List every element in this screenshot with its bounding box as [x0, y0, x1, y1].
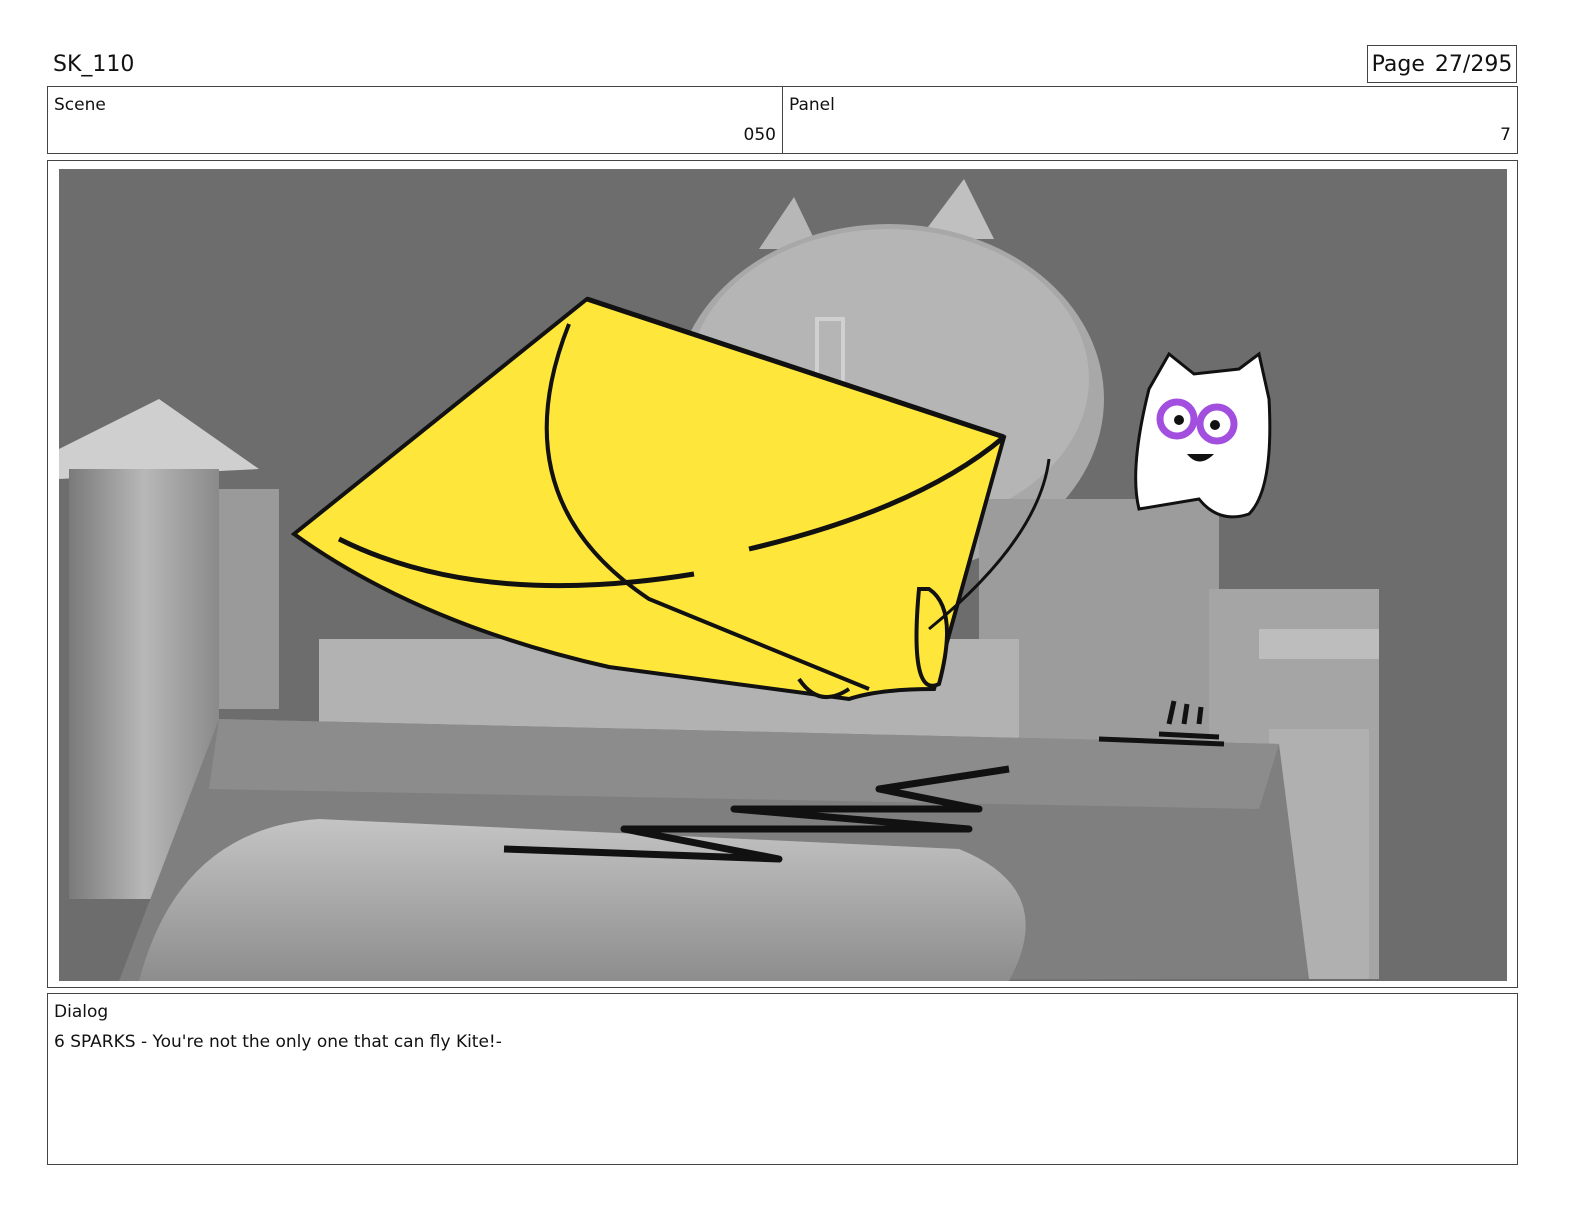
scene-panel-row: Scene 050 Panel 7 — [47, 86, 1518, 154]
panel-label: Panel — [789, 95, 835, 115]
sparks-character — [1134, 351, 1272, 519]
dialog-box: Dialog 6 SPARKS - You're not the only on… — [47, 993, 1518, 1165]
page-indicator: Page 27/295 — [1367, 45, 1517, 83]
dialog-text: 6 SPARKS - You're not the only one that … — [54, 1032, 502, 1052]
page-number: 27/295 — [1434, 51, 1513, 77]
dialog-label: Dialog — [54, 1002, 109, 1022]
page-label: Page — [1371, 51, 1425, 77]
scene-number: 050 — [743, 125, 776, 145]
storyboard-frame — [47, 160, 1518, 988]
project-code: SK_110 — [53, 52, 135, 77]
scene-label: Scene — [54, 95, 106, 115]
panel-cell: Panel 7 — [782, 87, 1517, 153]
panel-number: 7 — [1500, 125, 1511, 145]
scene-cell: Scene 050 — [48, 87, 782, 153]
storyboard-image — [59, 169, 1507, 981]
